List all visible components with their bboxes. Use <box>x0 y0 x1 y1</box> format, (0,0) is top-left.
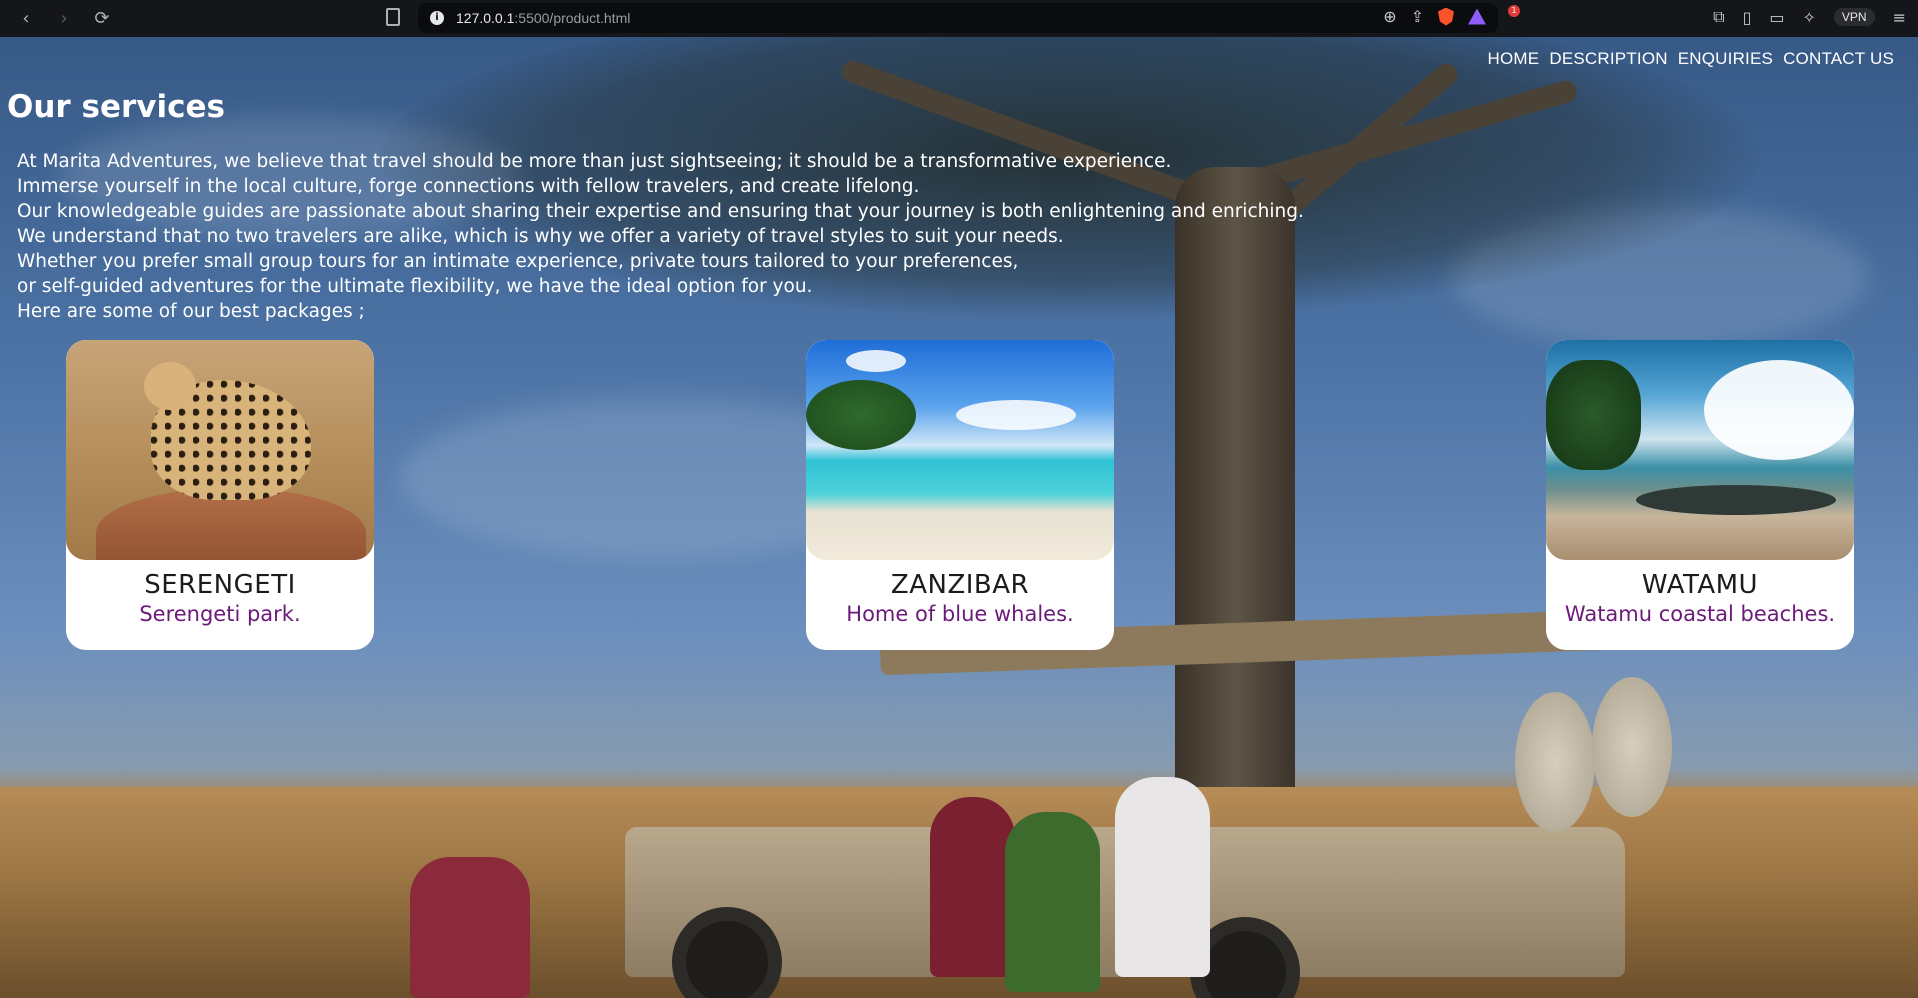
reload-icon[interactable]: ⟳ <box>90 9 114 28</box>
browser-extensions: ⧉ ▯ ▭ ✧ VPN ≡ <box>1713 7 1906 27</box>
intro-line: Our knowledgeable guides are passionate … <box>17 201 1304 222</box>
nav-description-link[interactable]: DESCRIPTION <box>1549 49 1667 69</box>
package-name: WATAMU <box>1641 570 1759 600</box>
nav-enquiries-link[interactable]: ENQUIRIES <box>1678 49 1773 69</box>
url-host: 127.0.0.1 <box>456 10 515 26</box>
package-card-watamu[interactable]: WATAMU Watamu coastal beaches. <box>1546 340 1854 650</box>
package-card-zanzibar[interactable]: ZANZIBAR Home of blue whales. <box>806 340 1114 650</box>
bookmark-icon[interactable] <box>386 8 400 26</box>
main-nav: HOME DESCRIPTION ENQUIRIES CONTACT US <box>1488 49 1894 69</box>
package-name: ZANZIBAR <box>890 570 1030 600</box>
zanzibar-beach-image <box>806 340 1114 560</box>
nav-home-link[interactable]: HOME <box>1488 49 1540 69</box>
vpn-button[interactable]: VPN <box>1833 8 1875 26</box>
rewards-badge: 1 <box>1508 5 1520 17</box>
browser-nav: ‹ › ⟳ <box>0 9 114 28</box>
package-tagline: Serengeti park. <box>139 602 301 626</box>
rocks-shape <box>1636 485 1836 515</box>
person <box>930 797 1015 977</box>
back-icon[interactable]: ‹ <box>14 9 38 28</box>
watamu-beach-image <box>1546 340 1854 560</box>
brave-rewards-icon[interactable] <box>1468 8 1486 25</box>
page-viewport: HOME DESCRIPTION ENQUIRIES CONTACT US Ou… <box>0 37 1918 998</box>
intro-line: Whether you prefer small group tours for… <box>17 251 1019 272</box>
cheetah-head-shape <box>144 362 196 410</box>
wallet-icon[interactable]: ▭ <box>1769 8 1784 27</box>
menu-icon[interactable]: ≡ <box>1893 8 1906 27</box>
palm-shape <box>806 380 916 450</box>
package-tagline: Watamu coastal beaches. <box>1564 602 1836 626</box>
intro-line: We understand that no two travelers are … <box>17 226 1064 247</box>
nav-contact-us-link[interactable]: CONTACT US <box>1783 49 1894 69</box>
serengeti-cheetah-image <box>66 340 374 560</box>
browser-toolbar: ‹ › ⟳ i 127.0.0.1:5500/product.html ⊕ ⇪ … <box>0 0 1918 37</box>
extensions-icon[interactable]: ⧉ <box>1713 7 1724 27</box>
intro-line: At Marita Adventures, we believe that tr… <box>17 151 1172 172</box>
cloud-shape <box>956 400 1076 430</box>
sidebar-icon[interactable]: ▯ <box>1743 8 1752 27</box>
forward-icon[interactable]: › <box>52 9 76 28</box>
package-tagline: Home of blue whales. <box>846 602 1074 626</box>
palm-shape <box>1546 360 1641 470</box>
intro-line: Immerse yourself in the local culture, f… <box>17 176 920 197</box>
intro-line: Here are some of our best packages ; <box>17 301 365 322</box>
package-card-serengeti[interactable]: SERENGETI Serengeti park. <box>66 340 374 650</box>
intro-text: At Marita Adventures, we believe that tr… <box>17 149 1337 324</box>
spare-tire <box>1592 677 1672 817</box>
spare-tire <box>1515 692 1595 832</box>
zoom-icon[interactable]: ⊕ <box>1383 7 1396 26</box>
url-path: :5500/product.html <box>514 10 631 26</box>
url-text[interactable]: 127.0.0.1:5500/product.html <box>456 10 630 26</box>
cloud-shape <box>846 350 906 372</box>
address-bar[interactable]: i 127.0.0.1:5500/product.html ⊕ ⇪ 1 <box>418 3 1520 33</box>
person <box>1005 812 1100 992</box>
package-name: SERENGETI <box>144 570 296 600</box>
page-title: Our services <box>7 89 225 125</box>
address-bar-actions: ⊕ ⇪ 1 <box>1383 5 1520 26</box>
cloud-shape <box>1704 360 1854 460</box>
person <box>1115 777 1210 977</box>
intro-line: or self-guided adventures for the ultima… <box>17 276 813 297</box>
share-icon[interactable]: ⇪ <box>1411 7 1424 26</box>
person <box>410 857 530 998</box>
site-info-icon[interactable]: i <box>430 11 444 25</box>
brave-shields-icon[interactable] <box>1438 7 1454 26</box>
leo-ai-icon[interactable]: ✧ <box>1803 8 1816 27</box>
